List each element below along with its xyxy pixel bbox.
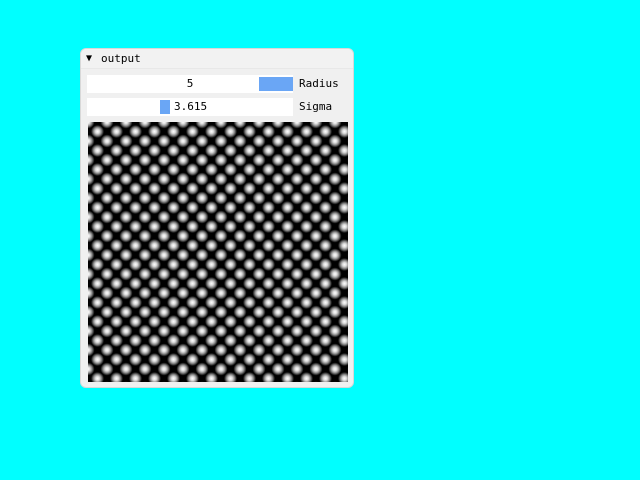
output-image [88, 122, 348, 382]
radius-slider[interactable]: 5 [87, 75, 293, 93]
radius-value: 5 [186, 77, 194, 90]
sigma-slider[interactable]: 3.615 [87, 98, 293, 116]
window-titlebar[interactable]: ▼ output [81, 49, 353, 69]
sigma-value: 3.615 [174, 100, 208, 113]
collapse-arrow-icon[interactable]: ▼ [86, 49, 92, 68]
sigma-slider-grab[interactable] [160, 100, 170, 114]
sigma-label: Sigma [299, 100, 333, 113]
output-window: ▼ output 5 Radius 3.615 Sigma [80, 48, 354, 388]
window-title: output [101, 52, 141, 65]
radius-label: Radius [299, 77, 339, 90]
